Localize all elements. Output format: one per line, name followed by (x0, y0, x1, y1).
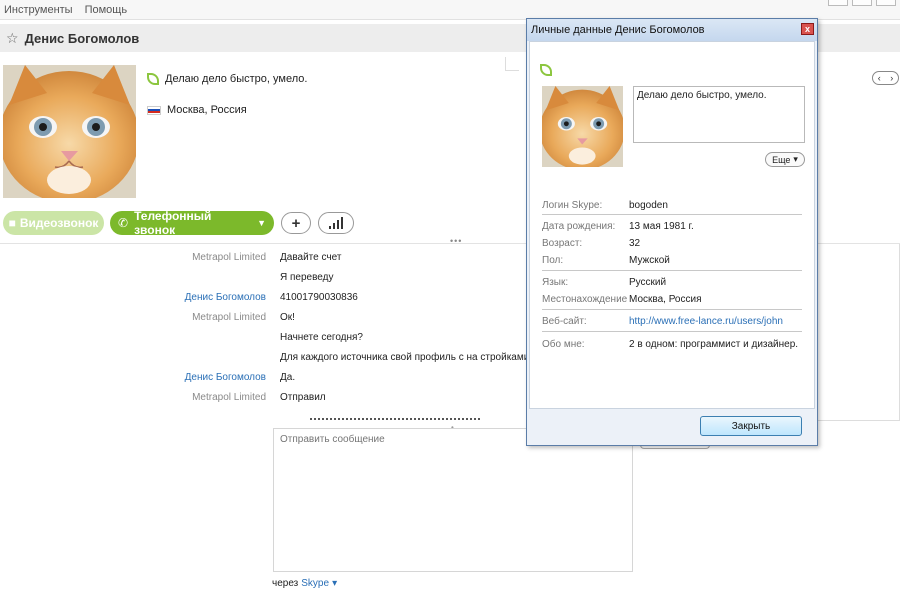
menu-item-tools[interactable]: Инструменты (4, 4, 73, 16)
mood-leaf-icon (147, 73, 159, 85)
mood-text: Делаю дело быстро, умело. (165, 73, 308, 85)
divider (542, 309, 802, 310)
divider (542, 270, 802, 271)
dialog-body: Делаю дело быстро, умело. Еще ▾ Логин Sk… (529, 41, 815, 409)
field-value: bogoden (629, 200, 668, 211)
mood-leaf-icon (540, 64, 552, 76)
website-link[interactable]: http://www.free-lance.ru/users/john (629, 316, 783, 327)
message-sender[interactable]: Денис Богомолов (0, 372, 266, 384)
menu-item-help[interactable]: Помощь (85, 4, 128, 16)
nav-arrows[interactable]: ‹ › (872, 71, 899, 85)
message-sender: Metrapol Limited (192, 252, 266, 263)
resize-handle[interactable]: ••• (450, 236, 462, 246)
video-call-label: Видеозвонок (19, 216, 99, 230)
message-text: Отправил (280, 392, 326, 403)
close-icon[interactable]: x (801, 23, 814, 35)
field-label: Дата рождения: (542, 221, 616, 232)
field-value: Москва, Россия (629, 294, 702, 305)
message-text: Ок! (280, 312, 295, 323)
dialog-title-bar[interactable]: Личные данные Денис Богомолов (527, 19, 817, 41)
phone-call-button[interactable]: ✆ Телефонный звонок ▼ (110, 209, 274, 237)
field-value: 32 (629, 238, 641, 249)
phone-icon: ✆ (118, 216, 129, 230)
message-sender[interactable]: Денис Богомолов (0, 292, 266, 304)
message-sender: Metrapol Limited (192, 312, 266, 323)
video-camera-icon: ■ (8, 216, 16, 230)
chevron-down-icon[interactable]: ▼ (257, 218, 266, 228)
russia-flag-icon (147, 105, 161, 115)
service-selector[interactable]: Skype (301, 578, 329, 589)
avatar (3, 65, 136, 198)
message-input-box[interactable] (273, 428, 633, 572)
background-panel (818, 244, 900, 421)
call-quality-button[interactable] (318, 212, 354, 234)
field-label: Язык: (542, 277, 569, 288)
via-label: через (272, 578, 299, 589)
chevron-down-icon[interactable]: ▾ (332, 578, 337, 589)
dialog-avatar (542, 86, 623, 167)
add-button[interactable]: + (281, 212, 311, 234)
field-label: Возраст: (542, 238, 583, 249)
video-call-button[interactable]: ■ Видеозвонок (3, 211, 104, 235)
message-text: Да. (280, 372, 296, 383)
dialog-title: Личные данные Денис Богомолов (531, 24, 705, 36)
divider (542, 331, 802, 332)
via-service-row: через Skype ▾ (272, 578, 337, 589)
field-value: Русский (629, 277, 667, 288)
message-text: Для каждого источника свой профиль с на … (280, 352, 530, 363)
phone-call-label: Телефонный звонок (134, 209, 212, 237)
message-text: Начнете сегодня? (280, 332, 363, 343)
field-label: Местонахождение (542, 294, 628, 305)
field-label: Обо мне: (542, 339, 585, 350)
location-row: Москва, Россия (147, 104, 247, 116)
field-label: Логин Skype: (542, 200, 603, 211)
message-text: 41001790030836 (280, 292, 358, 303)
window-controls-fragment (828, 0, 896, 6)
plus-icon: + (291, 214, 301, 232)
signal-bars-icon (329, 217, 343, 229)
menu-bar: Инструменты Помощь (0, 0, 900, 20)
more-button[interactable]: Еще ▾ (765, 152, 805, 167)
field-value: 2 в одном: программист и дизайнер. (629, 339, 799, 350)
message-input[interactable] (274, 429, 632, 571)
more-label: Еще (772, 154, 791, 165)
message-text: Давайте счет (280, 252, 342, 263)
field-value: 13 мая 1981 г. (629, 221, 694, 232)
message-text: Я переведу (280, 272, 334, 283)
field-label: Веб-сайт: (542, 316, 587, 327)
location-text: Москва, Россия (167, 104, 247, 116)
divider (542, 214, 802, 215)
clipped-text-line (310, 416, 480, 422)
mood-textbox: Делаю дело быстро, умело. (633, 86, 805, 143)
field-value: Мужской (629, 255, 670, 266)
contact-name: Денис Богомолов (24, 30, 140, 46)
page-fold-icon (505, 57, 519, 71)
message-sender: Metrapol Limited (192, 392, 266, 403)
chevron-left-icon[interactable]: ‹ (878, 73, 881, 83)
profile-dialog: Личные данные Денис Богомолов x Делаю де… (526, 18, 818, 446)
dialog-footer: Закрыть (529, 410, 815, 445)
field-label: Пол: (542, 255, 564, 266)
star-icon[interactable]: ☆ (6, 30, 19, 47)
chevron-down-icon: ▾ (793, 154, 798, 164)
close-button[interactable]: Закрыть (700, 416, 802, 436)
chevron-right-icon[interactable]: › (890, 73, 893, 83)
mood-row: Делаю дело быстро, умело. (147, 73, 307, 85)
